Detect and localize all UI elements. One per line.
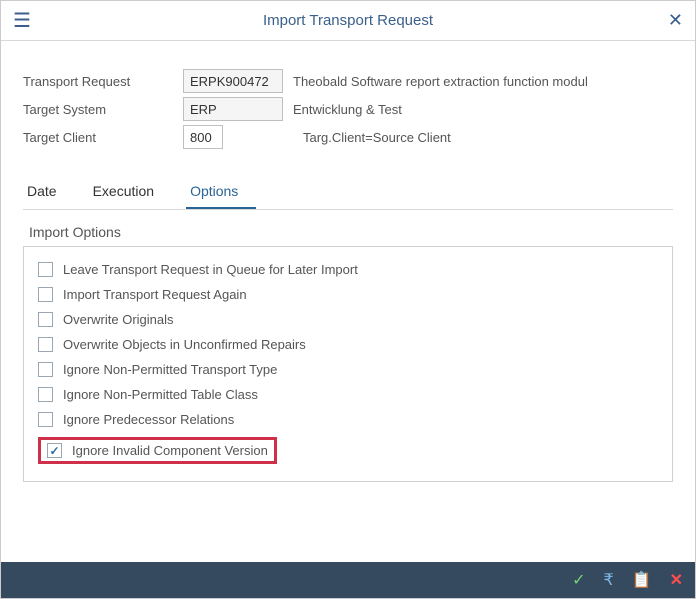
cancel-icon[interactable]: ✕ xyxy=(670,570,683,590)
opt-label: Overwrite Originals xyxy=(63,312,174,327)
desc-transport-request: Theobald Software report extraction func… xyxy=(293,74,588,89)
checkbox-ignore-table-class[interactable] xyxy=(38,387,53,402)
footer-toolbar: ✓ ₹ 📋 ✕ xyxy=(1,562,695,598)
opt-label: Import Transport Request Again xyxy=(63,287,247,302)
confirm-icon[interactable]: ✓ xyxy=(572,570,585,590)
row-target-system: Target System Entwicklung & Test xyxy=(23,97,673,121)
desc-target-client: Targ.Client=Source Client xyxy=(303,130,451,145)
input-transport-request[interactable] xyxy=(183,69,283,93)
desc-target-system: Entwicklung & Test xyxy=(293,102,402,117)
tab-options[interactable]: Options xyxy=(186,173,256,209)
checkbox-ignore-transport-type[interactable] xyxy=(38,362,53,377)
checkbox-import-again[interactable] xyxy=(38,287,53,302)
label-target-client: Target Client xyxy=(23,130,183,145)
opt-label: Leave Transport Request in Queue for Lat… xyxy=(63,262,358,277)
opt-label: Ignore Predecessor Relations xyxy=(63,412,234,427)
title-bar: ☰ Import Transport Request ✕ xyxy=(1,1,695,41)
checkbox-ignore-predecessor[interactable] xyxy=(38,412,53,427)
clipboard-icon[interactable]: 📋 xyxy=(632,570,652,590)
section-title-import-options: Import Options xyxy=(29,224,673,240)
opt-label: Ignore Invalid Component Version xyxy=(72,443,268,458)
checkbox-ignore-invalid-component[interactable] xyxy=(47,443,62,458)
content-area: Transport Request Theobald Software repo… xyxy=(1,41,695,482)
label-transport-request: Transport Request xyxy=(23,74,183,89)
opt-ignore-predecessor: Ignore Predecessor Relations xyxy=(34,407,662,432)
opt-ignore-table-class: Ignore Non-Permitted Table Class xyxy=(34,382,662,407)
menu-icon[interactable]: ☰ xyxy=(13,8,31,33)
opt-ignore-invalid-component: Ignore Invalid Component Version xyxy=(34,432,662,469)
input-target-client[interactable] xyxy=(183,125,223,149)
checkbox-overwrite-unconfirmed[interactable] xyxy=(38,337,53,352)
opt-ignore-transport-type: Ignore Non-Permitted Transport Type xyxy=(34,357,662,382)
row-target-client: Target Client Targ.Client=Source Client xyxy=(23,125,673,149)
tool-icon[interactable]: ₹ xyxy=(603,570,613,590)
tab-date[interactable]: Date xyxy=(23,173,75,209)
opt-overwrite-unconfirmed: Overwrite Objects in Unconfirmed Repairs xyxy=(34,332,662,357)
highlight-box: Ignore Invalid Component Version xyxy=(38,437,277,464)
tab-execution[interactable]: Execution xyxy=(89,173,172,209)
opt-label: Ignore Non-Permitted Transport Type xyxy=(63,362,277,377)
opt-label: Ignore Non-Permitted Table Class xyxy=(63,387,258,402)
checkbox-overwrite-originals[interactable] xyxy=(38,312,53,327)
opt-leave-in-queue: Leave Transport Request in Queue for Lat… xyxy=(34,257,662,282)
label-target-system: Target System xyxy=(23,102,183,117)
opt-label: Overwrite Objects in Unconfirmed Repairs xyxy=(63,337,306,352)
opt-import-again: Import Transport Request Again xyxy=(34,282,662,307)
input-target-system[interactable] xyxy=(183,97,283,121)
tab-strip: Date Execution Options xyxy=(23,173,673,210)
close-icon[interactable]: ✕ xyxy=(668,10,683,31)
checkbox-leave-in-queue[interactable] xyxy=(38,262,53,277)
row-transport-request: Transport Request Theobald Software repo… xyxy=(23,69,673,93)
opt-overwrite-originals: Overwrite Originals xyxy=(34,307,662,332)
import-options-box: Leave Transport Request in Queue for Lat… xyxy=(23,246,673,482)
dialog-title: Import Transport Request xyxy=(1,12,695,29)
